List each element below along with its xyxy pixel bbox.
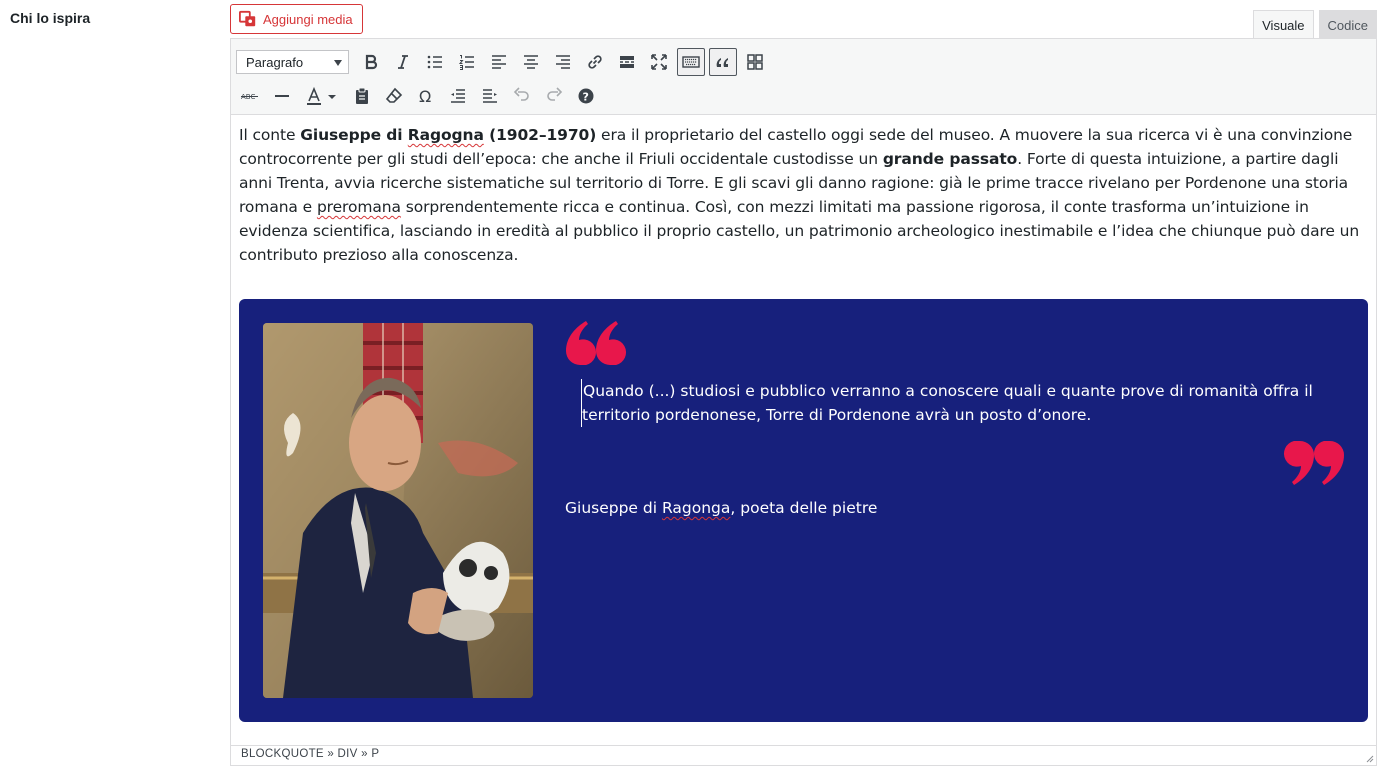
portrait-image[interactable] <box>263 323 533 698</box>
special-character-button[interactable]: Ω <box>412 82 440 110</box>
text-color-button[interactable] <box>300 82 344 110</box>
align-right-icon <box>556 55 570 69</box>
outdent-button[interactable] <box>444 82 472 110</box>
format-select[interactable]: Paragrafo <box>236 50 349 74</box>
person-name: Giuseppe di <box>300 126 408 144</box>
add-media-label: Aggiungi media <box>263 11 353 27</box>
bold-button[interactable] <box>357 48 385 76</box>
redo-icon <box>547 87 563 101</box>
strikethrough-button[interactable]: ABC <box>236 82 264 110</box>
format-select-value: Paragrafo <box>246 54 304 70</box>
toolbar-toggle-button[interactable] <box>677 48 705 76</box>
portrait-image-art <box>263 323 533 698</box>
help-icon: ? <box>578 88 594 104</box>
horizontal-line-button[interactable] <box>268 82 296 110</box>
blockquote-icon <box>716 58 728 67</box>
tab-visual[interactable]: Visuale <box>1253 10 1314 39</box>
strikethrough-icon: ABC <box>241 93 258 101</box>
read-more-icon <box>620 56 634 68</box>
link-icon <box>588 55 602 69</box>
person-years: (1902–1970) <box>483 126 597 144</box>
indent-icon <box>483 89 497 103</box>
help-button[interactable]: ? <box>572 82 600 110</box>
align-right-button[interactable] <box>549 48 577 76</box>
author-name: Giuseppe di <box>565 499 662 517</box>
misspelled-word: preromana <box>316 198 401 216</box>
grid-button[interactable] <box>741 48 769 76</box>
numbered-list-icon <box>458 55 474 70</box>
close-quote-icon <box>1283 441 1344 485</box>
rich-text-editor: Paragrafo ABC Ω <box>230 38 1377 766</box>
numbered-list-button[interactable] <box>453 48 481 76</box>
paste-text-icon <box>356 87 368 104</box>
blockquote-button[interactable] <box>709 48 737 76</box>
special-character-icon: Ω <box>419 87 431 106</box>
svg-text:?: ? <box>583 91 589 104</box>
italic-icon <box>398 55 408 69</box>
text-color-icon <box>307 86 336 105</box>
horizontal-line-icon <box>275 95 289 97</box>
add-media-button[interactable]: Aggiungi media <box>230 4 363 34</box>
text-run: sorprendentemente ricca e continua. Così… <box>239 198 1360 264</box>
paste-text-button[interactable] <box>348 82 376 110</box>
editor-toolbar: Paragrafo ABC Ω <box>231 39 1376 115</box>
align-left-icon <box>492 55 506 69</box>
quote-text-content: Quando (...) studiosi e pubblico verrann… <box>582 382 1313 424</box>
quote-author: Giuseppe di Ragonga, poeta delle pietre <box>565 499 877 517</box>
read-more-button[interactable] <box>613 48 641 76</box>
fullscreen-button[interactable] <box>645 48 673 76</box>
editor-content[interactable]: Il conte Giuseppe di Ragogna (1902–1970)… <box>231 115 1376 745</box>
clear-formatting-icon <box>385 87 403 103</box>
bullet-list-button[interactable] <box>421 48 449 76</box>
misspelled-word: Ragogna <box>407 126 484 144</box>
media-icon <box>239 10 256 27</box>
chevron-down-icon <box>334 60 342 66</box>
indent-button[interactable] <box>476 82 504 110</box>
bullet-list-icon <box>427 55 442 69</box>
tab-code[interactable]: Codice <box>1318 10 1377 39</box>
link-button[interactable] <box>581 48 609 76</box>
outdent-icon <box>451 89 465 103</box>
element-path-statusbar: BLOCKQUOTE » DIV » P <box>231 745 1376 765</box>
field-label: Chi lo ispira <box>10 10 91 26</box>
text-run: Il conte <box>239 126 301 144</box>
clear-formatting-button[interactable] <box>380 82 408 110</box>
grid-icon <box>747 54 763 70</box>
svg-text:Ω: Ω <box>419 87 431 106</box>
open-quote-icon <box>566 321 627 365</box>
fullscreen-icon <box>651 54 667 70</box>
editor-tabs: Visuale Codice <box>1253 10 1377 39</box>
italic-button[interactable] <box>389 48 417 76</box>
intro-paragraph: Il conte Giuseppe di Ragogna (1902–1970)… <box>239 123 1368 267</box>
align-center-icon <box>524 55 538 69</box>
bold-icon <box>365 54 378 70</box>
blockquote-card: Quando (...) studiosi e pubblico verrann… <box>239 299 1368 722</box>
toolbar-toggle-icon <box>682 56 700 68</box>
quote-text[interactable]: Quando (...) studiosi e pubblico verrann… <box>581 379 1321 427</box>
align-center-button[interactable] <box>517 48 545 76</box>
align-left-button[interactable] <box>485 48 513 76</box>
misspelled-word: Ragonga <box>661 499 731 517</box>
undo-icon <box>513 87 529 101</box>
resize-handle-icon[interactable] <box>1364 753 1374 763</box>
author-role: , poeta delle pietre <box>730 499 878 517</box>
bold-phrase: grande passato <box>882 150 1018 168</box>
undo-button[interactable] <box>508 82 536 110</box>
redo-button[interactable] <box>540 82 568 110</box>
element-path[interactable]: BLOCKQUOTE » DIV » P <box>241 748 379 760</box>
